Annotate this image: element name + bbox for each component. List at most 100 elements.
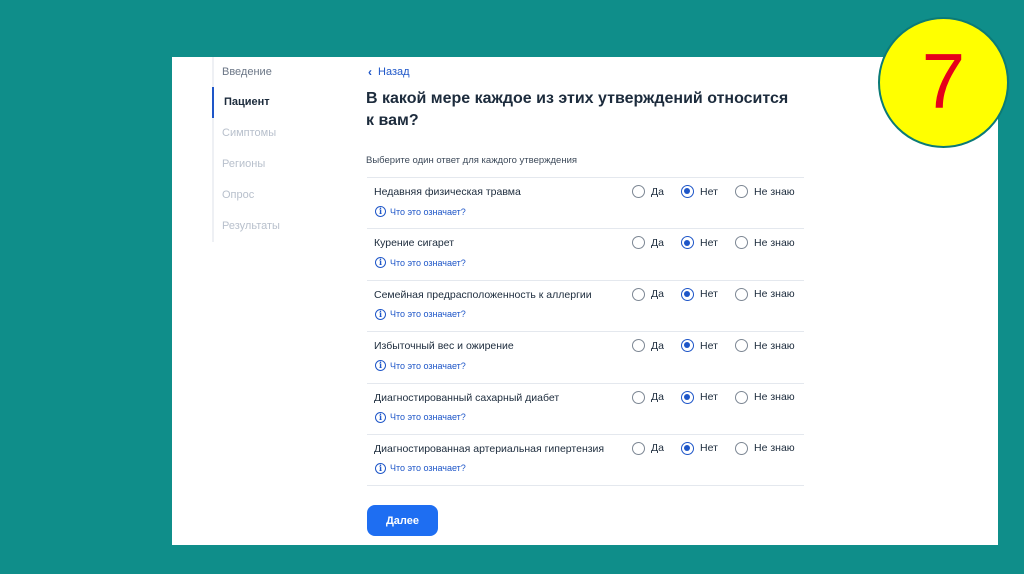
question-label: Недавняя физическая травма: [374, 186, 521, 198]
sidebar-item-survey[interactable]: Опрос: [214, 180, 354, 211]
option-no[interactable]: Нет: [681, 236, 718, 250]
option-label: Не знаю: [754, 391, 795, 404]
sidebar-item-label: Результаты: [222, 220, 280, 232]
option-label: Да: [651, 442, 664, 455]
option-label: Да: [651, 391, 664, 404]
radio-yes[interactable]: [632, 287, 645, 301]
option-label: Нет: [700, 442, 718, 455]
option-dont-know[interactable]: Не знаю: [735, 185, 795, 198]
option-label: Не знаю: [754, 288, 795, 301]
option-dont-know[interactable]: Не знаю: [735, 287, 795, 301]
option-dont-know[interactable]: Не знаю: [735, 339, 795, 353]
option-label: Да: [651, 288, 664, 301]
radio-no[interactable]: [681, 185, 694, 198]
option-label: Да: [651, 236, 664, 249]
radio-yes[interactable]: [632, 339, 645, 353]
option-label: Да: [651, 339, 664, 352]
option-no[interactable]: Нет: [681, 339, 718, 353]
chevron-left-icon: ‹: [368, 65, 372, 79]
info-icon: i: [375, 308, 386, 320]
radio-dont-know[interactable]: [735, 236, 748, 250]
option-label: Не знаю: [754, 236, 795, 249]
next-button[interactable]: Далее: [367, 505, 438, 536]
option-label: Нет: [700, 288, 718, 301]
sidebar-item-label: Регионы: [222, 158, 266, 170]
option-label: Нет: [700, 339, 718, 352]
radio-no[interactable]: [681, 287, 694, 301]
help-label: Что это означает?: [390, 257, 466, 268]
radio-dont-know[interactable]: [735, 390, 748, 404]
option-yes[interactable]: Да: [632, 287, 664, 301]
help-link[interactable]: i Что это означает?: [375, 206, 466, 217]
sidebar-item-label: Введение: [222, 66, 272, 78]
help-label: Что это означает?: [390, 463, 466, 474]
option-no[interactable]: Нет: [681, 287, 718, 301]
help-link[interactable]: i Что это означает?: [375, 462, 466, 474]
info-icon: i: [375, 411, 386, 423]
sidebar-item-patient[interactable]: Пациент: [212, 87, 352, 118]
option-no[interactable]: Нет: [681, 185, 718, 198]
radio-dont-know[interactable]: [735, 185, 748, 198]
sidebar-item-regions[interactable]: Регионы: [214, 149, 354, 180]
question-label: Диагностированная артериальная гипертенз…: [374, 442, 605, 455]
page-subtitle: Выберите один ответ для каждого утвержде…: [366, 155, 578, 166]
help-link[interactable]: i Что это означает?: [375, 257, 466, 269]
radio-yes[interactable]: [632, 236, 645, 250]
option-no[interactable]: Нет: [681, 441, 718, 455]
help-link[interactable]: i Что это означает?: [375, 360, 466, 372]
radio-no[interactable]: [681, 339, 694, 353]
help-label: Что это означает?: [390, 309, 466, 320]
option-yes[interactable]: Да: [632, 236, 664, 250]
option-dont-know[interactable]: Не знаю: [735, 441, 795, 455]
option-dont-know[interactable]: Не знаю: [735, 236, 795, 250]
option-label: Да: [651, 185, 664, 198]
radio-no[interactable]: [681, 441, 694, 455]
question-row: Диагностированный сахарный диабет i Что эт…: [367, 384, 804, 435]
question-list: Недавняя физическая травма i Что это означ…: [367, 177, 804, 487]
sidebar-item-label: Симптомы: [222, 127, 277, 139]
back-link[interactable]: ‹ Назад: [368, 65, 410, 79]
option-no[interactable]: Нет: [681, 390, 718, 404]
back-label: Назад: [378, 66, 410, 78]
radio-no[interactable]: [681, 390, 694, 404]
sidebar-item-results[interactable]: Результаты: [214, 211, 354, 242]
radio-yes[interactable]: [632, 441, 645, 455]
info-icon: i: [375, 257, 386, 269]
question-label: Избыточный вес и ожирение: [374, 340, 514, 353]
radio-dont-know[interactable]: [735, 287, 748, 301]
help-link[interactable]: i Что это означает?: [375, 308, 466, 320]
question-label: Диагностированный сахарный диабет: [374, 391, 560, 404]
help-label: Что это означает?: [390, 206, 466, 217]
slide-number-badge: 7: [878, 17, 1009, 148]
help-link[interactable]: i Что это означает?: [375, 411, 466, 423]
info-icon: i: [375, 462, 386, 474]
option-label: Нет: [700, 391, 718, 404]
question-label: Семейная предрасположенность к аллергии: [374, 288, 592, 301]
option-dont-know[interactable]: Не знаю: [735, 390, 795, 404]
sidebar-item-symptoms[interactable]: Симптомы: [214, 118, 354, 149]
option-label: Не знаю: [754, 185, 795, 198]
radio-dont-know[interactable]: [735, 339, 748, 353]
option-label: Не знаю: [754, 442, 795, 455]
question-label: Курение сигарет: [374, 237, 455, 250]
sidebar-item-label: Опрос: [222, 189, 255, 201]
radio-dont-know[interactable]: [735, 441, 748, 455]
sidebar-item-label: Пациент: [224, 96, 270, 108]
option-label: Нет: [700, 236, 718, 249]
option-yes[interactable]: Да: [632, 390, 664, 404]
option-yes[interactable]: Да: [632, 339, 664, 353]
option-label: Не знаю: [754, 339, 795, 352]
radio-yes[interactable]: [632, 390, 645, 404]
info-icon: i: [375, 206, 386, 217]
question-row: Семейная предрасположенность к аллергии i…: [367, 281, 804, 333]
sidebar-item-intro[interactable]: Введение: [214, 57, 354, 88]
radio-yes[interactable]: [632, 185, 645, 198]
question-row: Недавняя физическая травма i Что это означ…: [367, 178, 804, 230]
radio-no[interactable]: [681, 236, 694, 250]
question-row: Диагностированная артериальная гипертенз…: [367, 435, 804, 487]
option-yes[interactable]: Да: [632, 185, 664, 198]
page-title: В какой мере каждое из этих утверждений …: [366, 90, 789, 129]
slide-number: 7: [921, 36, 966, 125]
help-label: Что это означает?: [390, 412, 466, 423]
option-yes[interactable]: Да: [632, 441, 664, 455]
